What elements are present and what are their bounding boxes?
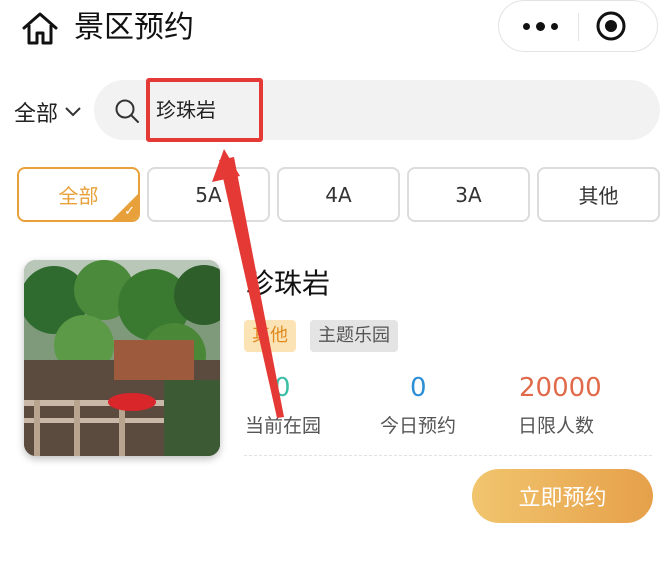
tab-label: 其他	[578, 184, 619, 208]
more-dot	[550, 22, 558, 30]
tab-other[interactable]: 其他	[537, 167, 660, 222]
check-icon: ✓	[124, 204, 135, 219]
miniprogram-capsule	[498, 0, 658, 52]
home-icon	[22, 12, 58, 45]
more-button[interactable]	[507, 1, 573, 51]
home-button[interactable]	[20, 10, 60, 46]
tab-all[interactable]: 全部 ✓	[17, 167, 140, 222]
scope-label: 全部	[14, 102, 59, 127]
tab-5a[interactable]: 5A	[147, 167, 270, 222]
tab-label: 5A	[195, 182, 222, 207]
scenic-spot-thumbnail[interactable]	[24, 260, 220, 456]
tab-label: 3A	[455, 182, 482, 207]
annotation-highlight-box	[146, 78, 263, 142]
search-icon	[115, 99, 139, 123]
level-filter-tabs: 全部 ✓ 5A 4A 3A 其他	[17, 167, 660, 222]
type-tag: 主题乐园	[310, 320, 398, 352]
card-divider	[244, 455, 652, 456]
level-tag: 其他	[244, 320, 296, 352]
stat-daily-limit-label: 日限人数	[518, 415, 595, 437]
page-title: 景区预约	[74, 10, 194, 45]
close-miniprogram-button[interactable]	[595, 10, 627, 42]
more-dots-icon	[522, 22, 530, 30]
scenic-spot-name[interactable]: 珍珠岩	[246, 264, 330, 304]
stat-in-park-label: 当前在园	[245, 415, 322, 437]
stat-daily-limit-value: 20000	[519, 373, 602, 403]
tab-label: 4A	[325, 182, 352, 207]
book-now-button[interactable]: 立即预约	[472, 469, 653, 523]
tab-label: 全部	[58, 184, 99, 208]
capsule-divider	[578, 13, 579, 41]
chevron-down-icon	[65, 107, 81, 117]
stat-today-booking-label: 今日预约	[380, 415, 457, 437]
scope-dropdown[interactable]: 全部	[14, 96, 82, 128]
scenic-photo-image	[24, 260, 220, 456]
tab-4a[interactable]: 4A	[277, 167, 400, 222]
tab-3a[interactable]: 3A	[407, 167, 530, 222]
stat-today-booking-value: 0	[410, 373, 427, 403]
stat-in-park-value: 0	[274, 373, 291, 403]
target-close-icon	[596, 11, 626, 41]
more-dot	[535, 21, 545, 31]
